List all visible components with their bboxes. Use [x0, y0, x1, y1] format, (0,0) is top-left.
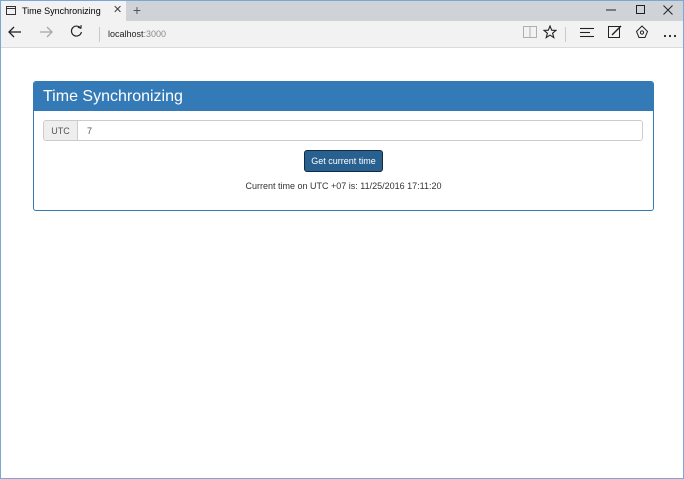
back-button[interactable] [6, 25, 24, 43]
favorite-button[interactable] [542, 24, 558, 44]
nav-separator [99, 27, 100, 42]
forward-button[interactable] [37, 25, 55, 43]
time-sync-panel: Time Synchronizing UTC Get current time … [33, 81, 654, 211]
address-host: localhost [108, 29, 144, 39]
web-note-icon [608, 25, 622, 44]
new-tab-button[interactable]: + [130, 2, 144, 19]
address-port: :3000 [143, 29, 167, 39]
back-arrow-icon [8, 25, 22, 43]
get-current-time-button[interactable]: Get current time [304, 150, 383, 172]
more-icon [663, 25, 677, 43]
minimize-icon [606, 2, 616, 20]
maximize-button[interactable] [626, 1, 656, 21]
web-note-button[interactable] [607, 25, 623, 44]
address-bar[interactable]: localhost:3000 [108, 29, 166, 39]
close-window-button[interactable] [653, 1, 683, 21]
panel-title: Time Synchronizing [34, 82, 653, 111]
hub-button[interactable] [579, 26, 595, 42]
hub-icon [580, 25, 594, 43]
refresh-icon [70, 25, 83, 43]
close-icon [663, 2, 673, 20]
reading-view-button[interactable] [522, 26, 538, 42]
tab-favicon-icon [6, 6, 16, 15]
title-bar: Time Synchronizing ✕ + [1, 1, 683, 21]
utc-input-group: UTC [43, 120, 643, 141]
navigation-bar: localhost:3000 [1, 21, 683, 48]
minimize-button[interactable] [596, 1, 626, 21]
share-button[interactable] [634, 24, 650, 44]
utc-offset-input[interactable] [78, 121, 642, 140]
tab-title: Time Synchronizing [22, 6, 101, 16]
maximize-icon [636, 2, 646, 20]
favorite-star-icon [542, 24, 558, 44]
share-icon [635, 24, 649, 44]
more-button[interactable] [662, 26, 678, 42]
browser-tab[interactable]: Time Synchronizing ✕ [1, 1, 126, 21]
tab-close-button[interactable]: ✕ [113, 4, 122, 16]
utc-addon-label: UTC [44, 121, 78, 140]
forward-arrow-icon [39, 25, 53, 43]
toolbar-separator [565, 27, 566, 42]
reading-view-icon [523, 25, 537, 43]
refresh-button[interactable] [67, 25, 85, 43]
current-time-result: Current time on UTC +07 is: 11/25/2016 1… [245, 181, 442, 191]
